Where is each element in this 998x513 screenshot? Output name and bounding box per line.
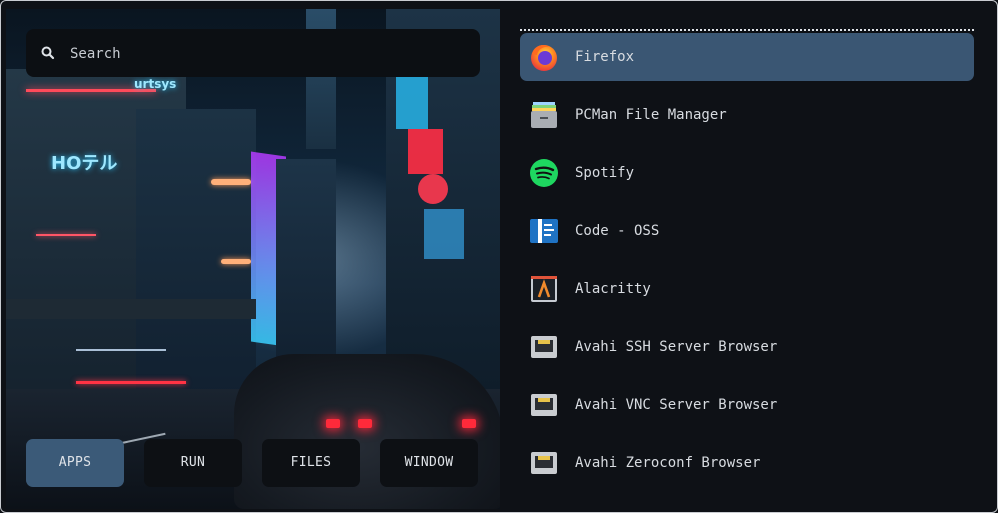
app-name: Alacritty (575, 281, 651, 297)
network-icon (528, 447, 560, 479)
list-item-pcman[interactable]: PCMan File Manager (520, 91, 974, 139)
list-item-alacritty[interactable]: Alacritty (520, 265, 974, 313)
list-item-code-oss[interactable]: Code - OSS (520, 207, 974, 255)
search-bar[interactable] (26, 29, 480, 77)
app-name: Firefox (575, 49, 635, 65)
mode-run-button[interactable]: RUN (144, 439, 242, 487)
app-list: Firefox PCMan File Manager Spotify Code … (520, 33, 974, 497)
network-icon (528, 389, 560, 421)
search-icon (40, 45, 56, 61)
list-item-avahi-vnc[interactable]: Avahi VNC Server Browser (520, 381, 974, 429)
firefox-icon (528, 41, 560, 73)
spotify-icon (528, 157, 560, 189)
app-name: Avahi SSH Server Browser (575, 339, 778, 355)
launcher-window: HOテル urtsys Search APPS RUN FILES WINDOW… (0, 0, 998, 513)
list-item-spotify[interactable]: Spotify (520, 149, 974, 197)
mode-window-button[interactable]: WINDOW (380, 439, 478, 487)
file-manager-icon (528, 99, 560, 131)
search-input[interactable] (68, 41, 462, 67)
wallpaper-image: HOテル urtsys (6, 9, 500, 509)
app-name: Code - OSS (575, 223, 660, 239)
app-name: Avahi Zeroconf Browser (575, 455, 761, 471)
alacritty-icon (528, 273, 560, 305)
list-item-avahi-zeroconf[interactable]: Avahi Zeroconf Browser (520, 439, 974, 487)
list-item-firefox[interactable]: Firefox (520, 33, 974, 81)
network-icon (528, 331, 560, 363)
list-divider (520, 29, 974, 31)
app-name: Avahi VNC Server Browser (575, 397, 778, 413)
app-name: PCMan File Manager (575, 107, 727, 123)
mode-switcher: APPS RUN FILES WINDOW (26, 439, 480, 487)
mode-files-button[interactable]: FILES (262, 439, 360, 487)
app-name: Spotify (575, 165, 635, 181)
code-oss-icon (528, 215, 560, 247)
list-item-avahi-ssh[interactable]: Avahi SSH Server Browser (520, 323, 974, 371)
mode-apps-button[interactable]: APPS (26, 439, 124, 487)
